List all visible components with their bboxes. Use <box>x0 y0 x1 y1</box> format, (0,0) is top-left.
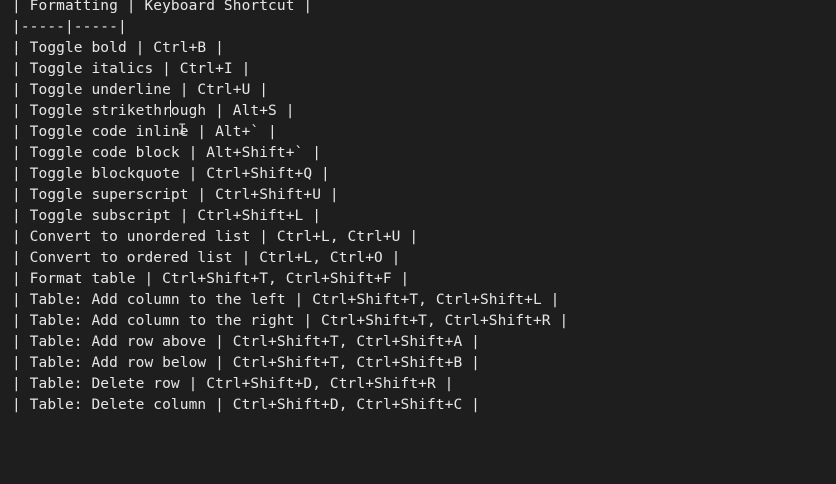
editor-line[interactable]: | Toggle blockquote | Ctrl+Shift+Q | <box>12 164 836 185</box>
editor-line[interactable]: | Formatting | Keyboard Shortcut | <box>12 0 836 17</box>
editor-line[interactable]: | Toggle bold | Ctrl+B | <box>12 38 836 59</box>
editor-line[interactable]: |-----|-----| <box>12 17 836 38</box>
editor-line[interactable]: | Toggle code block | Alt+Shift+` | <box>12 143 836 164</box>
editor-line[interactable]: | Format table | Ctrl+Shift+T, Ctrl+Shif… <box>12 269 836 290</box>
editor-line[interactable]: | Toggle italics | Ctrl+I | <box>12 59 836 80</box>
editor-line[interactable]: | Toggle underline | Ctrl+U | <box>12 80 836 101</box>
editor-line[interactable]: | Table: Add row above | Ctrl+Shift+T, C… <box>12 332 836 353</box>
editor-line[interactable]: | Toggle strikethrough | Alt+S | <box>12 101 836 122</box>
editor-line[interactable]: | Table: Delete row | Ctrl+Shift+D, Ctrl… <box>12 374 836 395</box>
editor-line[interactable]: | Toggle superscript | Ctrl+Shift+U | <box>12 185 836 206</box>
editor-line[interactable]: | Table: Add column to the right | Ctrl+… <box>12 311 836 332</box>
editor-line[interactable]: | Toggle code inline | Alt+` | <box>12 122 836 143</box>
text-caret <box>170 100 171 117</box>
editor-line[interactable]: | Table: Add column to the left | Ctrl+S… <box>12 290 836 311</box>
editor-line[interactable]: | Convert to unordered list | Ctrl+L, Ct… <box>12 227 836 248</box>
editor-line[interactable]: | Convert to ordered list | Ctrl+L, Ctrl… <box>12 248 836 269</box>
editor-line[interactable]: | Toggle subscript | Ctrl+Shift+L | <box>12 206 836 227</box>
editor-line[interactable]: | Table: Delete column | Ctrl+Shift+D, C… <box>12 395 836 416</box>
markdown-editor[interactable]: | Formatting | Keyboard Shortcut | |----… <box>0 0 836 480</box>
editor-line[interactable]: | Table: Add row below | Ctrl+Shift+T, C… <box>12 353 836 374</box>
